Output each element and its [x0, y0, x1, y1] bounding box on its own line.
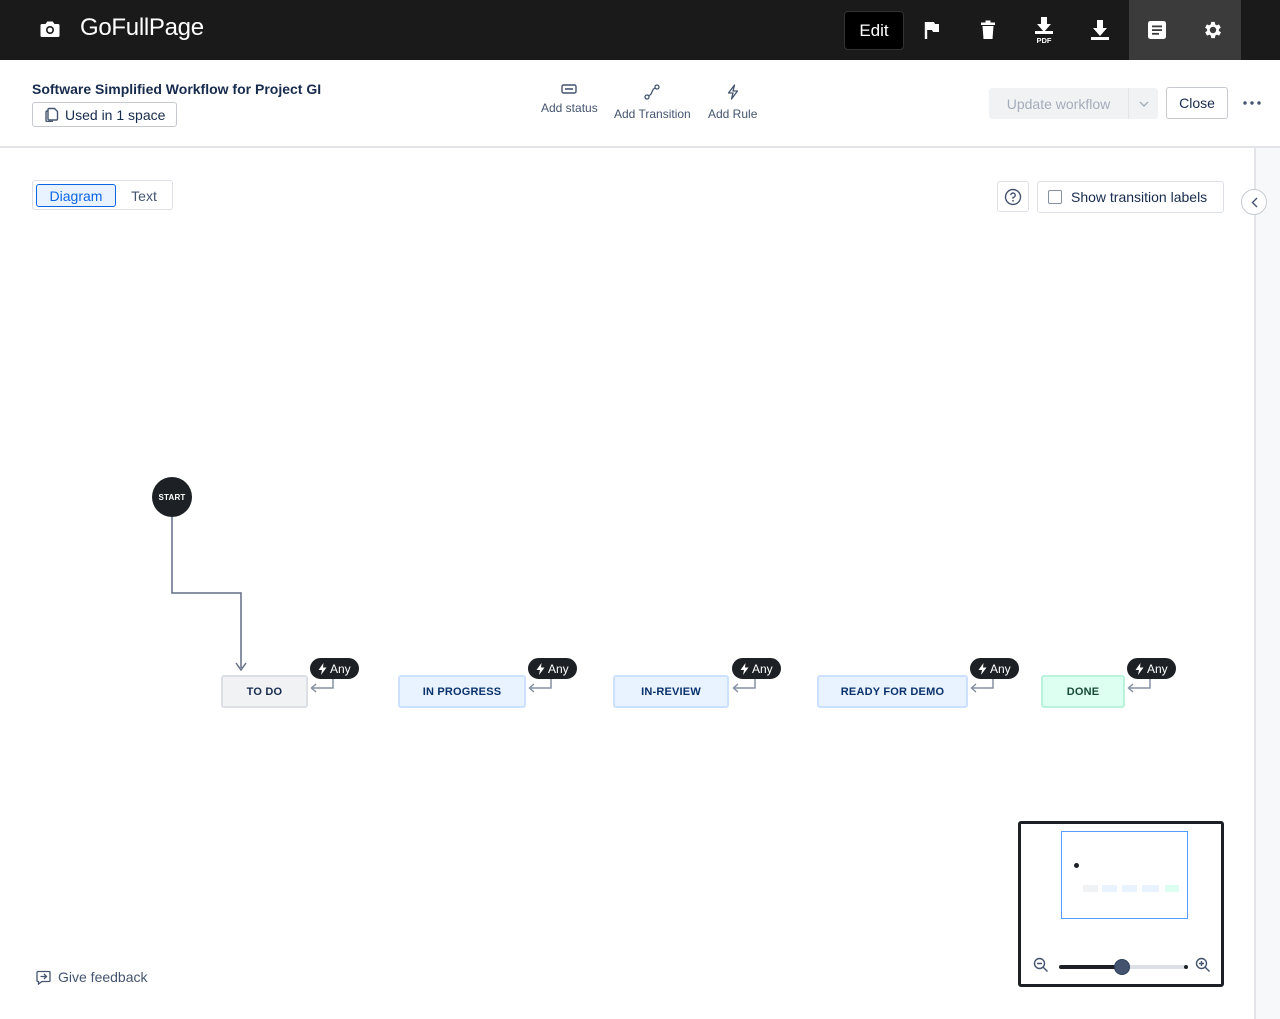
help-icon	[1004, 188, 1022, 205]
camera-icon[interactable]	[38, 17, 62, 41]
status-icon	[561, 84, 578, 94]
workflow-title: Software Simplified Workflow for Project…	[32, 81, 322, 97]
add-status-label: Add status	[541, 101, 598, 115]
text-tab[interactable]: Text	[119, 184, 169, 207]
return-arrow-icon	[970, 679, 994, 693]
side-panel-rail	[1254, 148, 1280, 1019]
document-button[interactable]	[1129, 0, 1185, 60]
any-transition-badge[interactable]: Any	[309, 657, 360, 680]
any-label: Any	[752, 661, 773, 676]
any-label: Any	[990, 661, 1011, 676]
show-transition-labels-checkbox[interactable]: Show transition labels	[1037, 181, 1224, 213]
add-rule-button[interactable]: Add Rule	[708, 84, 757, 121]
download-pdf-button[interactable]: PDF	[1016, 0, 1072, 60]
zoom-slider-thumb[interactable]	[1114, 959, 1130, 975]
start-node[interactable]: START	[152, 477, 192, 517]
transition-icon	[644, 84, 661, 100]
update-workflow-button[interactable]: Update workflow	[989, 88, 1128, 119]
expand-panel-button[interactable]	[1241, 189, 1267, 215]
pages-icon	[45, 107, 59, 122]
minimap[interactable]	[1018, 821, 1224, 987]
add-status-button[interactable]: Add status	[541, 84, 598, 115]
zoom-slider-fill	[1059, 965, 1122, 969]
used-in-spaces-button[interactable]: Used in 1 space	[32, 102, 178, 127]
zoom-out-icon[interactable]	[1033, 957, 1049, 973]
any-transition-badge[interactable]: Any	[731, 657, 782, 680]
minimap-status	[1165, 885, 1179, 892]
lightning-icon	[1135, 662, 1144, 675]
settings-button[interactable]	[1185, 0, 1241, 60]
lightning-icon	[978, 662, 987, 675]
add-transition-label: Add Transition	[614, 107, 691, 121]
feedback-icon	[36, 970, 51, 985]
status-node[interactable]: DONE	[1041, 675, 1125, 708]
trash-icon	[981, 20, 995, 39]
brand-title: GoFullPage	[80, 14, 204, 41]
diagram-tab[interactable]: Diagram	[36, 184, 116, 207]
any-transition-badge[interactable]: Any	[527, 657, 578, 680]
download-button[interactable]	[1072, 0, 1128, 60]
zoom-slider-end	[1184, 965, 1188, 969]
delete-button[interactable]	[960, 0, 1016, 60]
give-feedback-label: Give feedback	[58, 969, 148, 985]
workflow-header: Software Simplified Workflow for Project…	[0, 60, 1280, 148]
any-transition-badge[interactable]: Any	[969, 657, 1020, 680]
minimap-status	[1083, 885, 1098, 892]
status-node[interactable]: IN-REVIEW	[613, 675, 729, 708]
lightning-icon	[318, 662, 327, 675]
flag-icon	[924, 22, 939, 39]
used-in-label: Used in 1 space	[65, 106, 166, 123]
download-icon	[1091, 20, 1109, 40]
pdf-label: PDF	[1037, 36, 1052, 44]
more-icon	[1243, 101, 1261, 105]
close-button[interactable]: Close	[1166, 87, 1228, 119]
any-label: Any	[330, 661, 351, 676]
zoom-slider[interactable]	[1059, 959, 1188, 975]
zoom-in-icon[interactable]	[1195, 957, 1211, 973]
lightning-icon	[740, 662, 749, 675]
minimap-status	[1102, 885, 1117, 892]
return-arrow-icon	[732, 679, 756, 693]
show-transition-labels-label: Show transition labels	[1071, 189, 1208, 205]
more-actions-button[interactable]	[1238, 87, 1266, 119]
return-arrow-icon	[310, 679, 334, 693]
status-node[interactable]: TO DO	[221, 675, 308, 708]
help-button[interactable]	[997, 181, 1029, 212]
checkbox[interactable]	[1048, 190, 1062, 204]
any-label: Any	[548, 661, 569, 676]
lightning-icon	[727, 84, 738, 100]
edit-button[interactable]: Edit	[844, 11, 904, 50]
lightning-icon	[536, 662, 545, 675]
add-rule-label: Add Rule	[708, 107, 758, 121]
chevron-left-icon	[1251, 197, 1257, 207]
update-workflow-dropdown[interactable]	[1128, 88, 1158, 119]
minimap-status	[1142, 885, 1159, 892]
view-toggle: Diagram Text	[32, 180, 173, 210]
return-arrow-icon	[528, 679, 552, 693]
give-feedback-button[interactable]: Give feedback	[36, 969, 148, 985]
minimap-start-node	[1074, 863, 1079, 868]
download-pdf-icon: PDF	[1035, 17, 1053, 44]
any-transition-badge[interactable]: Any	[1126, 657, 1177, 680]
status-node[interactable]: IN PROGRESS	[398, 675, 526, 708]
chevron-down-icon	[1139, 101, 1148, 107]
top-bar: GoFullPage Edit PDF	[0, 0, 1280, 60]
minimap-status	[1122, 885, 1137, 892]
flag-button[interactable]	[904, 0, 960, 60]
return-arrow-icon	[1127, 679, 1151, 693]
status-node[interactable]: READY FOR DEMO	[817, 675, 968, 708]
add-transition-button[interactable]: Add Transition	[614, 84, 691, 121]
gear-icon	[1205, 21, 1221, 39]
document-icon	[1148, 21, 1166, 39]
minimap-viewport[interactable]	[1061, 831, 1188, 919]
any-label: Any	[1147, 661, 1168, 676]
